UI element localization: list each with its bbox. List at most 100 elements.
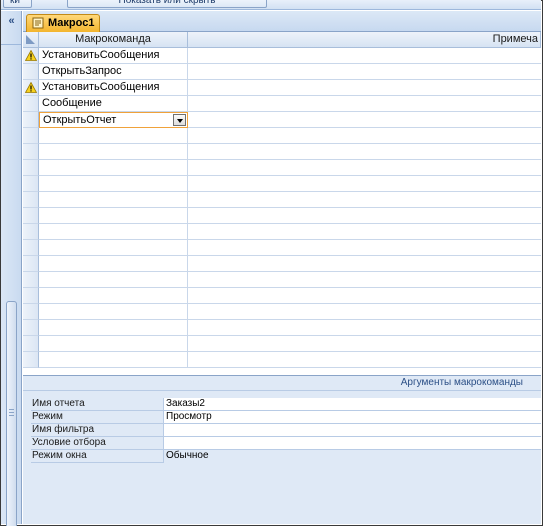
macro-row-empty[interactable] <box>23 208 541 224</box>
macro-row-empty[interactable] <box>23 160 541 176</box>
action-cell[interactable] <box>39 224 188 240</box>
macro-row-empty[interactable] <box>23 176 541 192</box>
macro-row-empty[interactable] <box>23 288 541 304</box>
comment-cell[interactable] <box>188 64 541 80</box>
action-cell[interactable] <box>39 256 188 272</box>
report-name-field[interactable]: Заказы2 <box>164 398 541 411</box>
nav-scrollbar[interactable] <box>6 301 17 526</box>
row-selector[interactable] <box>23 224 39 240</box>
where-condition-field[interactable] <box>164 437 541 450</box>
action-cell[interactable] <box>39 176 188 192</box>
action-combobox[interactable]: ОткрытьОтчет <box>39 112 188 128</box>
navigation-pane: « <box>1 11 22 526</box>
argument-row-report-name[interactable]: Имя отчета Заказы2 <box>31 398 541 411</box>
row-selector[interactable] <box>23 336 39 352</box>
filter-name-field[interactable] <box>164 424 541 437</box>
comment-cell[interactable] <box>188 352 541 368</box>
macro-row[interactable]: Сообщение <box>23 96 541 112</box>
row-selector[interactable] <box>23 160 39 176</box>
row-selector[interactable] <box>23 80 39 96</box>
action-cell[interactable] <box>39 144 188 160</box>
row-selector[interactable] <box>23 64 39 80</box>
row-selector[interactable] <box>23 256 39 272</box>
macro-row-empty[interactable] <box>23 320 541 336</box>
comment-cell[interactable] <box>188 320 541 336</box>
macro-row-empty[interactable] <box>23 256 541 272</box>
macro-row-empty[interactable] <box>23 304 541 320</box>
action-cell[interactable] <box>39 240 188 256</box>
macro-row-active[interactable]: ОткрытьОтчет <box>23 112 541 128</box>
row-selector[interactable] <box>23 48 39 64</box>
row-selector[interactable] <box>23 192 39 208</box>
row-selector[interactable] <box>23 144 39 160</box>
macro-row[interactable]: УстановитьСообщения <box>23 80 541 96</box>
comment-cell[interactable] <box>188 272 541 288</box>
row-selector[interactable] <box>23 352 39 368</box>
action-cell[interactable] <box>39 272 188 288</box>
window-mode-field[interactable]: Обычное <box>164 450 541 463</box>
action-cell[interactable] <box>39 288 188 304</box>
macro-row-empty[interactable] <box>23 272 541 288</box>
comment-cell[interactable] <box>188 208 541 224</box>
comment-cell[interactable] <box>188 48 541 64</box>
row-selector[interactable] <box>23 96 39 112</box>
argument-row-filter-name[interactable]: Имя фильтра <box>31 424 541 437</box>
comment-cell[interactable] <box>188 112 541 128</box>
comment-cell[interactable] <box>188 160 541 176</box>
column-header-comment[interactable]: Примеча <box>188 32 541 48</box>
macro-row-empty[interactable] <box>23 128 541 144</box>
action-cell[interactable]: Сообщение <box>39 96 188 112</box>
action-cell[interactable] <box>39 208 188 224</box>
argument-row-where-condition[interactable]: Условие отбора <box>31 437 541 450</box>
macro-row-empty[interactable] <box>23 240 541 256</box>
row-selector[interactable] <box>23 112 39 128</box>
select-all-corner[interactable] <box>23 32 39 48</box>
macro-row[interactable]: УстановитьСообщения <box>23 48 541 64</box>
tab-macro1[interactable]: Макрос1 <box>26 14 100 32</box>
action-cell[interactable] <box>39 336 188 352</box>
action-cell[interactable]: УстановитьСообщения <box>39 80 188 96</box>
comment-cell[interactable] <box>188 288 541 304</box>
macro-row-empty[interactable] <box>23 144 541 160</box>
chevron-down-icon[interactable] <box>173 114 186 126</box>
double-chevron-left-icon[interactable]: « <box>4 14 19 28</box>
action-cell[interactable] <box>39 192 188 208</box>
macro-row-empty[interactable] <box>23 352 541 368</box>
row-selector[interactable] <box>23 320 39 336</box>
comment-cell[interactable] <box>188 96 541 112</box>
row-selector[interactable] <box>23 304 39 320</box>
comment-cell[interactable] <box>188 224 541 240</box>
comment-cell[interactable] <box>188 176 541 192</box>
argument-row-view[interactable]: Режим Просмотр <box>31 411 541 424</box>
comment-cell[interactable] <box>188 144 541 160</box>
row-selector[interactable] <box>23 128 39 144</box>
comment-cell[interactable] <box>188 256 541 272</box>
macro-row-empty[interactable] <box>23 336 541 352</box>
action-cell[interactable] <box>39 320 188 336</box>
action-cell[interactable]: ОткрытьЗапрос <box>39 64 188 80</box>
macro-row-empty[interactable] <box>23 224 541 240</box>
argument-row-window-mode[interactable]: Режим окна Обычное <box>31 450 541 463</box>
ribbon-left-button[interactable]: ки <box>3 0 32 8</box>
macro-row[interactable]: ОткрытьЗапрос <box>23 64 541 80</box>
comment-cell[interactable] <box>188 128 541 144</box>
row-selector[interactable] <box>23 208 39 224</box>
comment-cell[interactable] <box>188 336 541 352</box>
action-cell[interactable]: УстановитьСообщения <box>39 48 188 64</box>
action-cell[interactable] <box>39 128 188 144</box>
action-cell[interactable] <box>39 304 188 320</box>
row-selector[interactable] <box>23 176 39 192</box>
show-hide-button[interactable]: Показать или скрыть <box>67 0 267 8</box>
action-cell[interactable] <box>39 160 188 176</box>
comment-cell[interactable] <box>188 192 541 208</box>
row-selector[interactable] <box>23 272 39 288</box>
column-header-action[interactable]: Макрокоманда <box>39 32 188 48</box>
macro-row-empty[interactable] <box>23 192 541 208</box>
row-selector[interactable] <box>23 288 39 304</box>
action-cell[interactable] <box>39 352 188 368</box>
comment-cell[interactable] <box>188 304 541 320</box>
view-field[interactable]: Просмотр <box>164 411 541 424</box>
row-selector[interactable] <box>23 240 39 256</box>
comment-cell[interactable] <box>188 80 541 96</box>
comment-cell[interactable] <box>188 240 541 256</box>
